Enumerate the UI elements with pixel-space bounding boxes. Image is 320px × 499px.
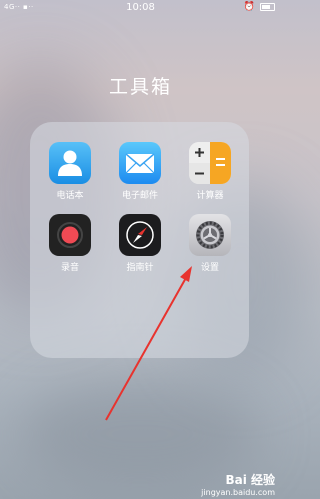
watermark-logo: Bai 经验	[225, 473, 275, 487]
watermark: Bai 经验 jingyan.baidu.com	[201, 471, 275, 497]
annotation-arrow	[105, 266, 192, 421]
watermark-url: jingyan.baidu.com	[201, 488, 275, 497]
